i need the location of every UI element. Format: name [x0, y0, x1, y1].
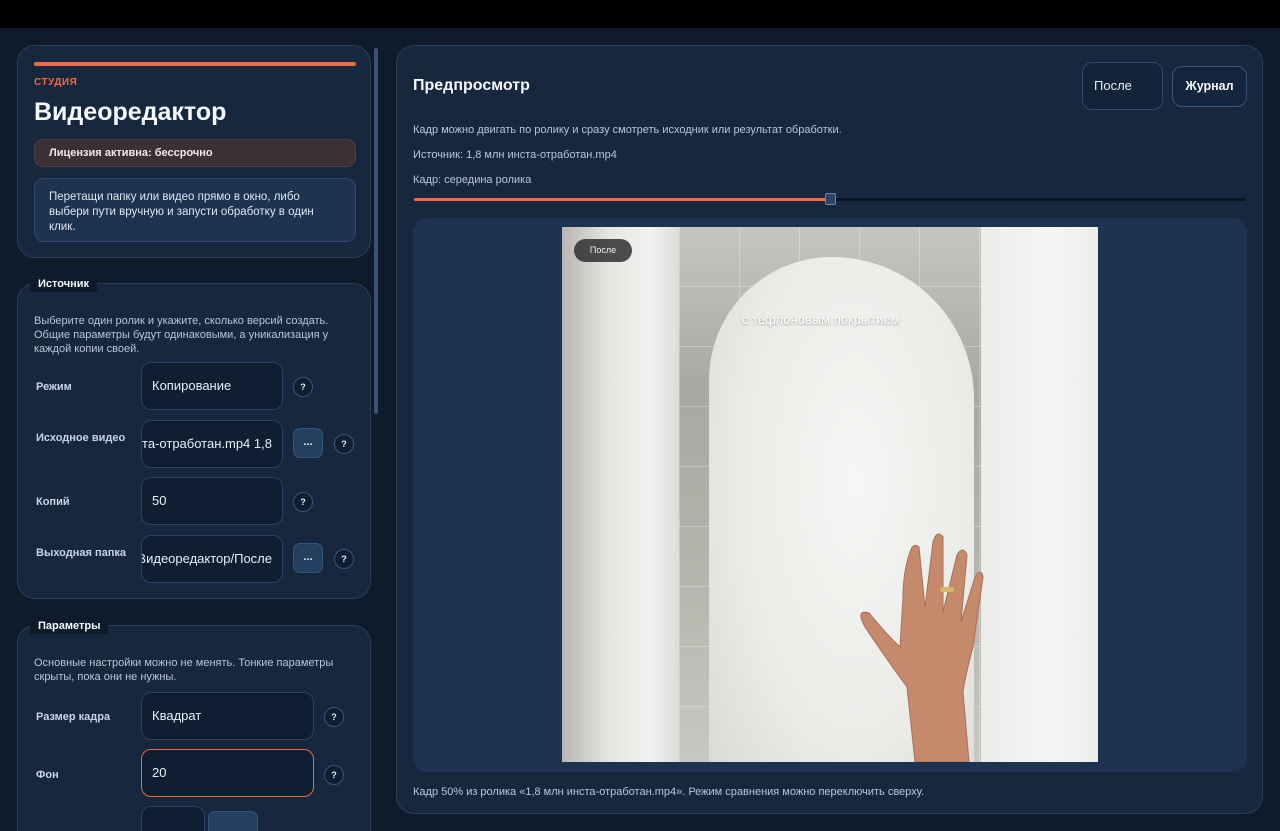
video-frame: После с тефлоновым покрытием [562, 227, 1098, 762]
preview-footnote: Кадр 50% из ролика «1,8 млн инста-отрабо… [413, 786, 925, 798]
source-legend: Источник [30, 276, 98, 292]
preview-stage: После с тефлоновым покрытием [413, 218, 1247, 772]
frame-size-select[interactable]: Квадрат [141, 692, 314, 740]
frame-slider[interactable] [414, 193, 1246, 205]
hand-image [860, 533, 984, 762]
after-badge: После [574, 239, 632, 262]
background-input[interactable]: 20 [141, 749, 314, 797]
preview-panel: Предпросмотр После Журнал Кадр можно дви… [396, 45, 1263, 814]
output-help-icon[interactable]: ? [334, 549, 354, 569]
preview-title: Предпросмотр [413, 77, 530, 94]
window-titlebar [0, 0, 1280, 28]
video-label: Исходное видео [36, 432, 126, 444]
mode-label: Режим [36, 381, 72, 393]
browse-video-button[interactable]: ... [293, 428, 323, 458]
license-badge: Лицензия активна: бессрочно [34, 139, 356, 167]
settings-column: СТУДИЯ Видеоредактор Лицензия активна: б… [0, 28, 380, 831]
accent-bar [34, 62, 356, 66]
background-label: Фон [36, 769, 59, 781]
mode-select[interactable]: Копирование [141, 362, 283, 410]
copies-input[interactable]: 50 [141, 477, 283, 525]
params-card: Параметры Основные настройки можно не ме… [17, 618, 371, 831]
frame-line: Кадр: середина ролика [413, 174, 532, 186]
next-param-input[interactable] [141, 806, 205, 831]
log-button[interactable]: Журнал [1172, 66, 1247, 107]
mode-help-icon[interactable]: ? [293, 377, 313, 397]
copies-help-icon[interactable]: ? [293, 492, 313, 512]
frame-size-label: Размер кадра [36, 711, 111, 723]
compare-mode-select[interactable]: После [1082, 62, 1163, 110]
copies-label: Копий [36, 496, 70, 508]
source-description: Выберите один ролик и укажите, сколько в… [34, 315, 329, 355]
slider-thumb[interactable] [825, 193, 836, 205]
studio-eyebrow: СТУДИЯ [34, 77, 78, 88]
preview-info: Кадр можно двигать по ролику и сразу смо… [413, 124, 842, 136]
source-line: Источник: 1,8 млн инста-отработан.mp4 [413, 149, 617, 161]
background-help-icon[interactable]: ? [324, 765, 344, 785]
params-legend: Параметры [30, 618, 109, 634]
scrollbar-thumb[interactable] [374, 48, 378, 414]
frame-left-blur [562, 227, 679, 762]
next-param-button[interactable] [208, 811, 258, 831]
source-card: Источник Выберите один ролик и укажите, … [17, 276, 371, 599]
output-label: Выходная папка [36, 547, 127, 559]
video-path-input[interactable]: 1,8 млн инста-отработан.mp4 [141, 420, 283, 468]
browse-output-button[interactable]: ... [293, 543, 323, 573]
app-title: Видеоредактор [34, 98, 227, 126]
video-help-icon[interactable]: ? [334, 434, 354, 454]
frame-size-help-icon[interactable]: ? [324, 707, 344, 727]
studio-card: СТУДИЯ Видеоредактор Лицензия активна: б… [17, 45, 371, 258]
slider-fill [414, 198, 830, 201]
output-folder-input[interactable]: Видеоредактор/После [141, 535, 283, 583]
video-caption: с тефлоновым покрытием [742, 312, 900, 327]
drop-hint: Перетащи папку или видео прямо в окно, л… [34, 178, 356, 242]
params-description: Основные настройки можно не менять. Тонк… [34, 657, 334, 683]
